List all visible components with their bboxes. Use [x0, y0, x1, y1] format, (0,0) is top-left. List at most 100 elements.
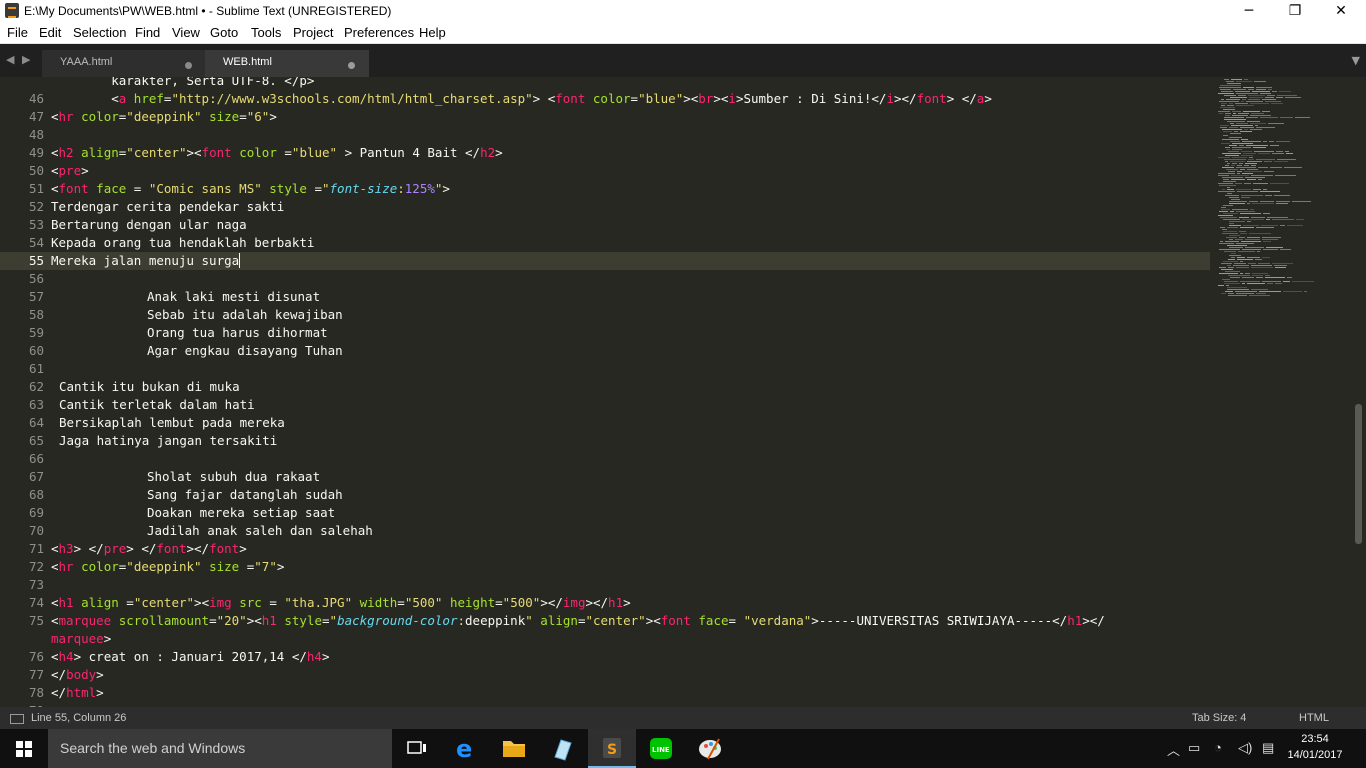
vertical-scrollbar[interactable]	[1352, 77, 1366, 707]
tab-label: YAAA.html	[60, 56, 113, 68]
poem-line: Sholat subuh dua rakaat	[147, 469, 321, 484]
scrollbar-thumb[interactable]	[1355, 404, 1362, 544]
minimize-button[interactable]: ─	[1226, 0, 1272, 22]
line-number: 74	[28, 595, 44, 610]
code-view[interactable]: karakter, Serta UTF-8. </p> <a href="htt…	[51, 77, 1211, 707]
wifi-icon[interactable]: ◔	[1214, 740, 1222, 755]
poem-line: Anak laki mesti disunat	[147, 289, 321, 304]
sublime-text-icon[interactable]: S	[588, 729, 636, 768]
menu-tools[interactable]: Tools	[251, 25, 281, 40]
action-center-icon[interactable]: ▤	[1262, 740, 1274, 756]
poem-line: Orang tua harus dihormat	[147, 325, 328, 340]
line-number: 55	[28, 253, 44, 268]
line-number: 63	[28, 397, 44, 412]
line-number: 67	[28, 469, 44, 484]
line-number: 77	[28, 667, 44, 682]
line-number: 49	[28, 145, 44, 160]
menu-selection[interactable]: Selection	[73, 25, 126, 40]
tab-bar: ◀ ▶ YAAA.html WEB.html ▼	[0, 44, 1366, 77]
poem-line: Doakan mereka setiap saat	[147, 505, 336, 520]
code-line: <h4> creat on : Januari 2017,14 </h4>	[51, 649, 330, 664]
poem-line: Sebab itu adalah kewajiban	[147, 307, 343, 322]
line-number: 58	[28, 307, 44, 322]
task-view-icon[interactable]	[392, 729, 440, 768]
line-number: 60	[28, 343, 44, 358]
title-bar: E:\My Documents\PW\WEB.html • - Sublime …	[0, 0, 1366, 22]
line-number: 62	[28, 379, 44, 394]
maximize-button[interactable]: ❐	[1272, 0, 1318, 22]
tab-yaaa-html[interactable]: YAAA.html	[42, 50, 206, 77]
line-number: 69	[28, 505, 44, 520]
battery-icon[interactable]: ▭	[1188, 740, 1200, 756]
line-number: 56	[28, 271, 44, 286]
menu-edit[interactable]: Edit	[39, 25, 61, 40]
code-line: <h1 align ="center"><img src = "tha.JPG"…	[51, 595, 631, 610]
code-line: <marquee scrollamount="20"><h1 style="ba…	[51, 613, 1105, 628]
syntax-selector[interactable]: HTML	[1299, 712, 1329, 724]
paint-icon[interactable]	[686, 729, 734, 768]
tab-label: WEB.html	[223, 56, 272, 68]
poem-line-current: Mereka jalan menuju surga	[51, 253, 241, 268]
line-number: 46	[28, 91, 44, 106]
line-number: 53	[28, 217, 44, 232]
menu-bar: File Edit Selection Find View Goto Tools…	[0, 22, 1366, 44]
line-number: 76	[28, 649, 44, 664]
unsaved-dot-icon[interactable]	[185, 62, 192, 69]
line-number: 57	[28, 289, 44, 304]
tab-size-selector[interactable]: Tab Size: 4	[1192, 712, 1246, 724]
editor-area[interactable]: 46 47 48 49 50 51 52 53 54 55 56 57 58 59 60 61 62 63 64 65…	[0, 77, 1366, 707]
clock-date: 14/01/2017	[1287, 749, 1343, 761]
menu-goto[interactable]: Goto	[210, 25, 238, 40]
line-icon[interactable]: LINE	[637, 729, 685, 768]
back-arrow-icon[interactable]: ◀	[6, 53, 14, 66]
close-button[interactable]: ✕	[1318, 0, 1364, 22]
sublime-app-icon	[5, 3, 19, 18]
line-number: 70	[28, 523, 44, 538]
line-number: 47	[28, 109, 44, 124]
windows-taskbar: Search the web and Windows e S LINE ︿ ▭ …	[0, 729, 1366, 768]
forward-arrow-icon[interactable]: ▶	[22, 53, 30, 66]
poem-line: Cantik terletak dalam hati	[59, 397, 255, 412]
panel-toggle-icon[interactable]	[10, 714, 24, 724]
menu-find[interactable]: Find	[135, 25, 160, 40]
tab-list-icon[interactable]: ▼	[1352, 54, 1360, 67]
code-line-wrap: marquee>	[51, 631, 112, 646]
tab-web-html[interactable]: WEB.html	[205, 50, 369, 77]
unsaved-dot-icon[interactable]	[348, 62, 355, 69]
poem-line: Kepada orang tua hendaklah berbakti	[51, 235, 315, 250]
line-number: 65	[28, 433, 44, 448]
line-number: 66	[28, 451, 44, 466]
system-clock[interactable]: 23:54 14/01/2017	[1280, 731, 1350, 763]
menu-file[interactable]: File	[7, 25, 28, 40]
code-line: <h2 align="center"><font color ="blue" >…	[51, 145, 503, 160]
svg-text:e: e	[456, 735, 472, 763]
text-caret	[239, 253, 241, 268]
code-line: <pre>	[51, 163, 89, 178]
start-button[interactable]	[0, 729, 48, 768]
notepad-icon[interactable]	[539, 729, 587, 768]
menu-view[interactable]: View	[172, 25, 200, 40]
poem-line: Agar engkau disayang Tuhan	[147, 343, 343, 358]
file-explorer-icon[interactable]	[490, 729, 538, 768]
poem-line: Jaga hatinya jangan tersakiti	[59, 433, 278, 448]
menu-help[interactable]: Help	[419, 25, 446, 40]
clock-time: 23:54	[1301, 733, 1329, 745]
volume-icon[interactable]: ◁)	[1238, 740, 1252, 756]
line-number: 68	[28, 487, 44, 502]
line-number: 75	[28, 613, 44, 628]
line-number: 64	[28, 415, 44, 430]
line-number: 52	[28, 199, 44, 214]
line-number: 50	[28, 163, 44, 178]
edge-icon[interactable]: e	[441, 729, 489, 768]
menu-project[interactable]: Project	[293, 25, 333, 40]
line-number-gutter: 46 47 48 49 50 51 52 53 54 55 56 57 58 59 60 61 62 63 64 65…	[0, 77, 44, 707]
line-number: 78	[28, 685, 44, 700]
line-number	[0, 630, 44, 648]
taskbar-search-box[interactable]: Search the web and Windows	[48, 729, 392, 768]
svg-text:LINE: LINE	[652, 746, 670, 754]
show-hidden-icons-icon[interactable]: ︿	[1167, 740, 1180, 759]
menu-preferences[interactable]: Preferences	[344, 25, 414, 40]
code-line: <h3> </pre> </font></font>	[51, 541, 247, 556]
code-line: <hr color="deeppink" size="6">	[51, 109, 277, 124]
minimap[interactable]	[1216, 77, 1350, 307]
